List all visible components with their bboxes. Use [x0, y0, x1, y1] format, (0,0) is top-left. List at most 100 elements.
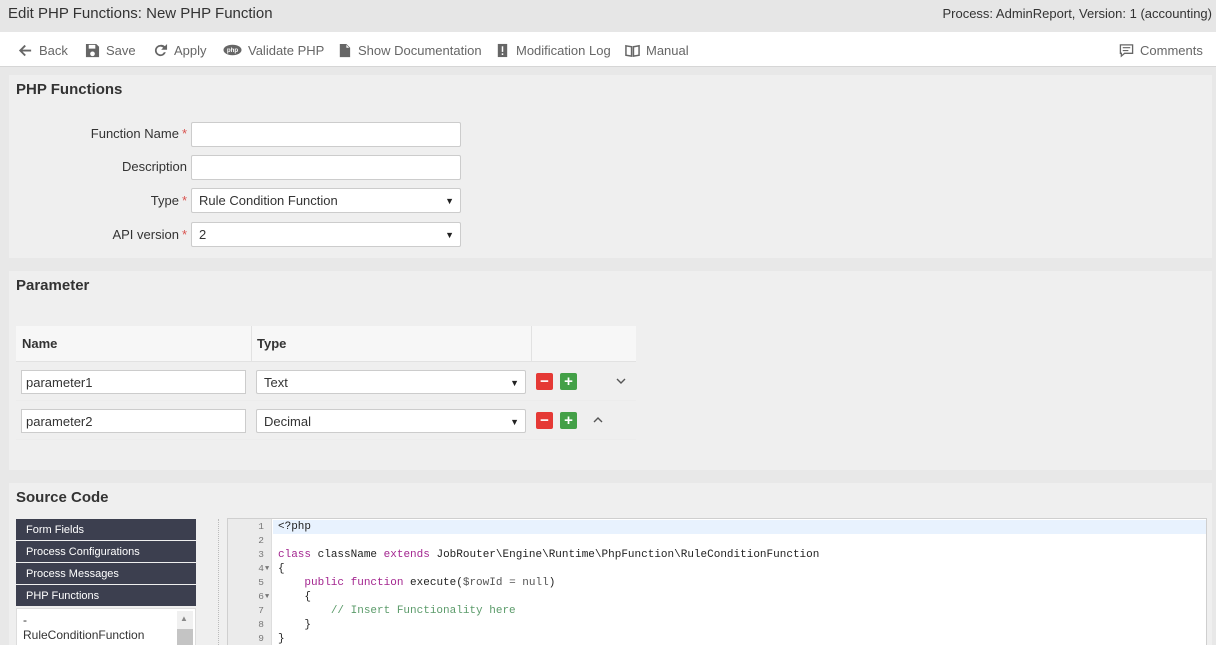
code-paren: )	[548, 577, 556, 589]
code-parent-class: JobRouter\Engine\Runtime\PhpFunction\Rul…	[436, 549, 820, 561]
parameter-type-select[interactable]: Decimal ▼	[256, 409, 526, 433]
code-line: public function execute($rowId = null)	[278, 577, 555, 589]
type-select[interactable]: Rule Condition Function ▼	[191, 188, 461, 213]
scrollbar-thumb[interactable]	[177, 629, 193, 645]
source-code-heading: Source Code	[16, 489, 109, 506]
arrow-left-icon	[17, 42, 33, 58]
parameter-row: parameter2 Decimal ▼ − +	[16, 401, 636, 440]
code-editor[interactable]: 1 2 3 4 ▼ 5 6 ▼ 7 8 9 <?php class classN…	[227, 518, 1207, 645]
required-mark: *	[181, 193, 187, 208]
document-icon	[336, 42, 352, 58]
required-mark: *	[181, 227, 187, 242]
line-number: 9	[258, 633, 264, 644]
add-parameter-button[interactable]: +	[560, 412, 577, 429]
comments-label: Comments	[1140, 42, 1203, 58]
apply-button[interactable]: Apply	[152, 41, 207, 59]
function-name-input[interactable]	[191, 122, 461, 147]
parameter-row: parameter1 Text ▼ − +	[16, 362, 636, 401]
code-line: {	[278, 591, 312, 603]
refresh-icon	[152, 42, 168, 58]
scroll-up-icon[interactable]: ▲	[180, 614, 188, 623]
description-input[interactable]	[191, 155, 461, 180]
parameter-heading: Parameter	[16, 277, 90, 294]
code-keyword: class	[278, 549, 312, 561]
line-number: 8	[258, 619, 264, 630]
list-item[interactable]: - RuleConditionFunction	[23, 613, 144, 643]
sidenav-item-process-messages[interactable]: Process Messages	[16, 563, 196, 584]
exclamation-icon	[494, 42, 510, 58]
code-line: }	[278, 633, 285, 645]
show-doc-label: Show Documentation	[358, 42, 482, 58]
save-label: Save	[106, 42, 136, 58]
page-title: Edit PHP Functions: New PHP Function	[8, 5, 273, 22]
code-comment: // Insert Functionality here	[330, 605, 516, 617]
remove-parameter-button[interactable]: −	[536, 412, 553, 429]
splitter[interactable]	[218, 519, 219, 645]
title-bar: Edit PHP Functions: New PHP Function Pro…	[0, 0, 1216, 32]
dropdown-arrow-icon: ▼	[510, 378, 519, 388]
toolbar: Back Save Apply php Validate PHP Show Do…	[0, 32, 1216, 67]
php-functions-panel: PHP Functions Function Name * Description…	[9, 75, 1212, 258]
line-number: 2	[258, 535, 264, 546]
required-mark: *	[181, 126, 187, 141]
svg-text:php: php	[226, 47, 238, 54]
validate-label: Validate PHP	[248, 42, 325, 58]
remove-parameter-button[interactable]: −	[536, 373, 553, 390]
parameter-type-select[interactable]: Text ▼	[256, 370, 526, 394]
sidenav-item-php-functions[interactable]: PHP Functions	[16, 585, 196, 606]
line-number: 7	[258, 605, 264, 616]
type-select-value: Rule Condition Function	[199, 193, 338, 208]
dropdown-arrow-icon: ▼	[510, 417, 519, 427]
line-number: 5	[258, 577, 264, 588]
modification-log-button[interactable]: Modification Log	[494, 41, 611, 59]
code-method-name: execute(	[410, 577, 463, 589]
code-keyword: function	[350, 577, 404, 589]
code-line: class className extends JobRouter\Engine…	[278, 549, 819, 561]
parameter-type-value: Text	[264, 374, 288, 390]
show-documentation-button[interactable]: Show Documentation	[336, 41, 482, 59]
php-functions-list: - RuleConditionFunction ▲	[16, 608, 196, 645]
back-label: Back	[39, 42, 68, 58]
description-label-text: Description	[121, 159, 187, 174]
sidenav-item-process-configurations[interactable]: Process Configurations	[16, 541, 196, 562]
chevron-up-icon[interactable]	[592, 414, 604, 426]
code-line: // Insert Functionality here	[278, 605, 516, 617]
api-version-label: API version *	[17, 227, 187, 242]
api-version-value: 2	[199, 227, 207, 242]
line-number-gutter: 1 2 3 4 ▼ 5 6 ▼ 7 8 9	[228, 519, 272, 645]
php-functions-heading: PHP Functions	[16, 81, 123, 98]
code-line: }	[278, 619, 312, 631]
function-name-label-text: Function Name	[90, 126, 179, 141]
back-button[interactable]: Back	[17, 41, 68, 59]
parameter-panel: Parameter Name Type parameter1 Text ▼ − …	[9, 271, 1212, 470]
line-number: 1	[258, 521, 264, 532]
floppy-icon	[84, 42, 100, 58]
parameter-name-input[interactable]: parameter1	[21, 370, 246, 394]
api-version-select[interactable]: 2 ▼	[191, 222, 461, 247]
column-name-header: Name	[22, 336, 58, 351]
sidenav-item-form-fields[interactable]: Form Fields	[16, 519, 196, 540]
code-line: <?php	[278, 521, 312, 533]
validate-php-button[interactable]: php Validate PHP	[222, 41, 324, 59]
parameter-name-input[interactable]: parameter2	[21, 409, 246, 433]
column-type-header: Type	[257, 336, 287, 351]
manual-button[interactable]: Manual	[624, 41, 689, 59]
column-divider	[531, 326, 532, 362]
chevron-down-icon[interactable]	[615, 375, 627, 387]
fold-arrow-icon[interactable]: ▼	[265, 593, 269, 601]
code-keyword: extends	[383, 549, 430, 561]
list-scrollbar[interactable]: ▲	[177, 611, 193, 645]
type-label: Type *	[17, 193, 187, 208]
code-keyword: public	[304, 577, 345, 589]
save-button[interactable]: Save	[84, 41, 136, 59]
apply-label: Apply	[174, 42, 207, 58]
comments-button[interactable]: Comments	[1118, 41, 1203, 59]
code-line: {	[278, 563, 285, 575]
line-number: 4	[258, 563, 264, 574]
manual-label: Manual	[646, 42, 689, 58]
fold-arrow-icon[interactable]: ▼	[265, 565, 269, 573]
dropdown-arrow-icon: ▼	[445, 230, 454, 240]
add-parameter-button[interactable]: +	[560, 373, 577, 390]
active-line-highlight	[273, 520, 1206, 534]
list-item-dash: -	[23, 613, 27, 627]
